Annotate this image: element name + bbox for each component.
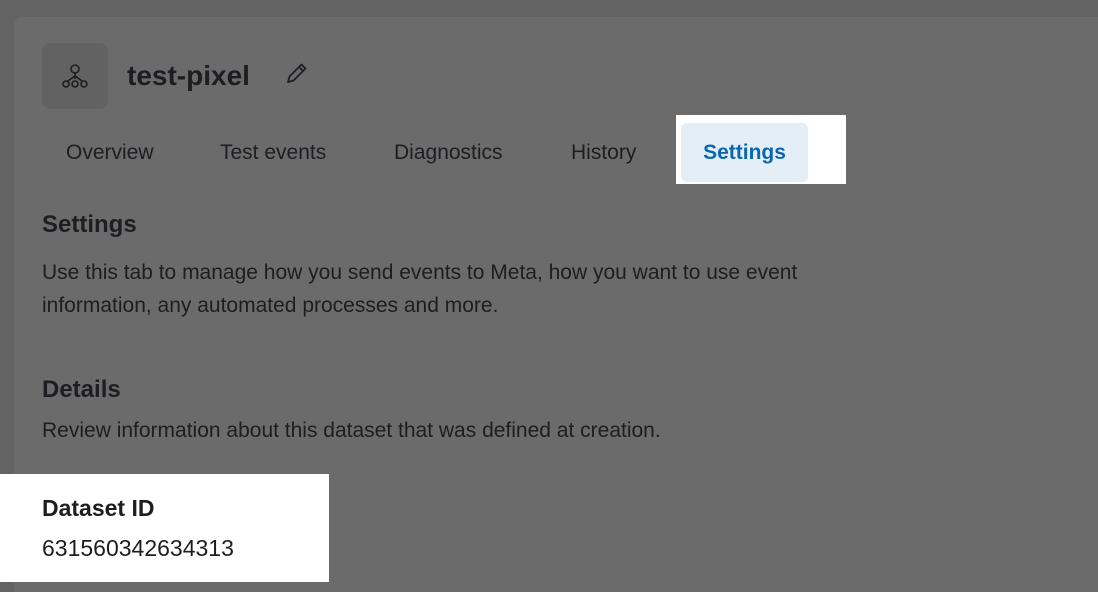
page-title: test-pixel (127, 60, 250, 91)
tab-settings-label: Settings (703, 140, 786, 164)
tab-history[interactable]: History (571, 139, 636, 167)
tab-settings[interactable]: Settings (681, 123, 808, 182)
details-heading: Details (42, 376, 121, 403)
pencil-icon (287, 63, 307, 83)
tab-test-events[interactable]: Test events (220, 139, 326, 167)
dataset-id-highlight (0, 474, 329, 582)
settings-description-line-1: Use this tab to manage how you send even… (42, 261, 798, 284)
dataset-id-label: Dataset ID (42, 495, 155, 521)
page: test-pixel Overview Test events Diagnost… (0, 0, 1098, 592)
tab-diagnostics[interactable]: Diagnostics (394, 139, 503, 167)
pixel-network-icon (42, 43, 108, 109)
settings-description-line-2: information, any automated processes and… (42, 294, 499, 317)
edit-name-button[interactable] (282, 58, 312, 88)
dataset-id-value: 631560342634313 (42, 535, 234, 561)
details-description: Review information about this dataset th… (42, 419, 661, 442)
tab-overview[interactable]: Overview (66, 139, 154, 167)
settings-heading: Settings (42, 211, 137, 238)
